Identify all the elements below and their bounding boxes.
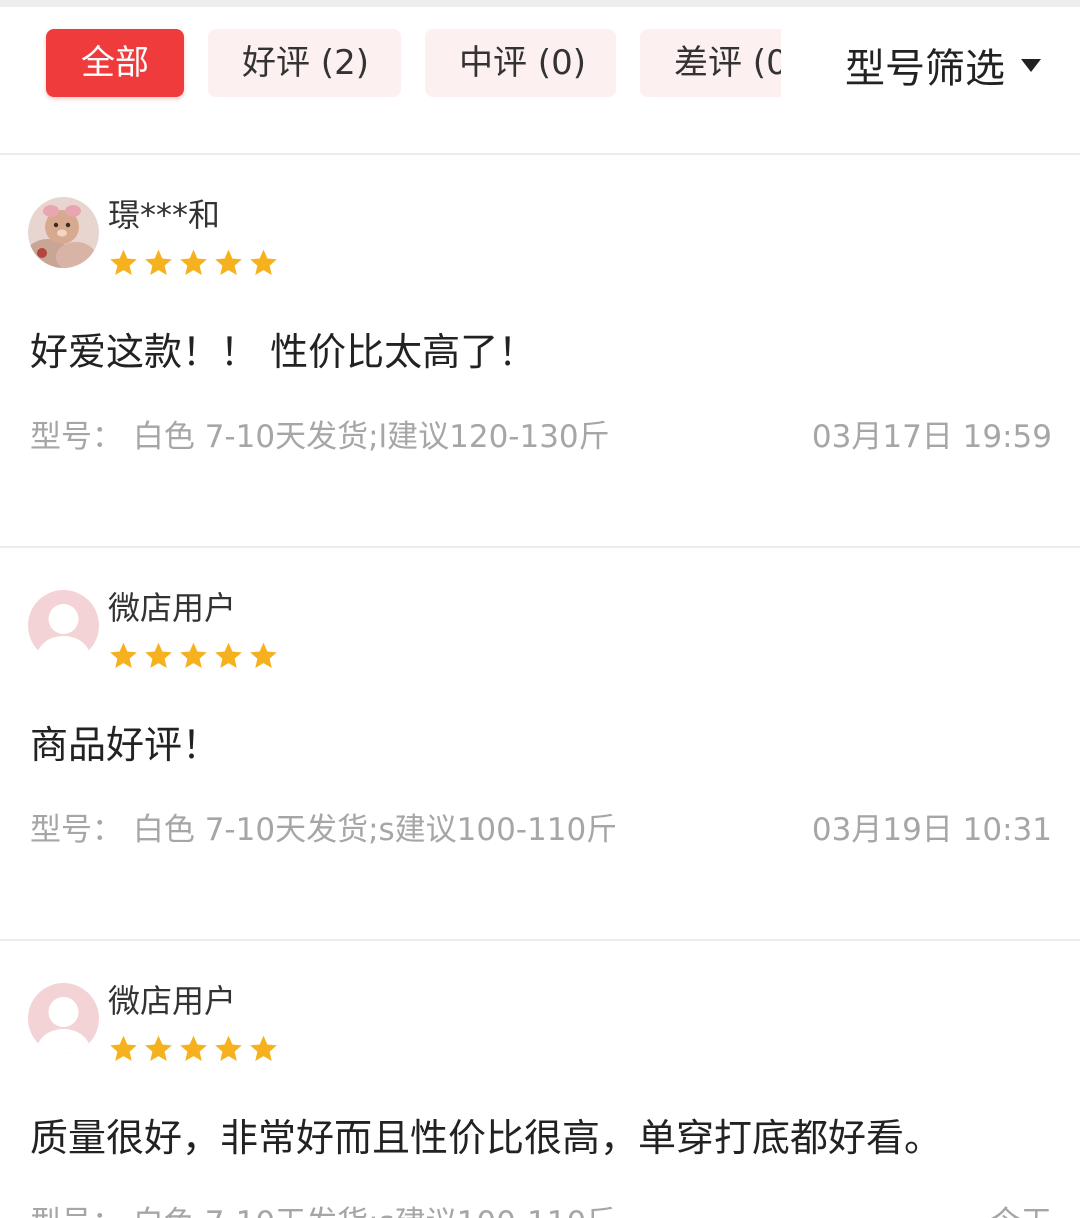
username: 微店用户 bbox=[108, 982, 237, 1020]
star-icon bbox=[110, 1035, 137, 1061]
tab-negative[interactable]: 差评 (0) bbox=[640, 29, 781, 97]
star-icon bbox=[110, 642, 137, 668]
rating-stars bbox=[106, 247, 281, 279]
avatar[interactable] bbox=[28, 590, 99, 661]
star-icon bbox=[250, 642, 277, 668]
star-icon bbox=[215, 642, 242, 668]
star-icon bbox=[145, 249, 172, 275]
star-icon bbox=[180, 249, 207, 275]
star-icon bbox=[145, 1035, 172, 1061]
avatar[interactable] bbox=[28, 197, 99, 268]
username: 璟***和 bbox=[108, 196, 221, 234]
tab-neutral[interactable]: 中评 (0) bbox=[425, 29, 616, 97]
star-icon bbox=[250, 1035, 277, 1061]
review-item: 璟***和 好爱这款！！ 性价比太高了！ 型号： 白色 7-10天发货;l建议1… bbox=[0, 155, 1080, 546]
review-time: 03月19日 10:31 bbox=[811, 812, 1052, 848]
rating-stars bbox=[106, 640, 281, 672]
top-strip bbox=[0, 0, 1080, 7]
review-filter-bar: 全部 好评 (2) 中评 (0) 差评 (0) 型号筛选 bbox=[0, 7, 1080, 153]
review-item: 微店用户 质量很好，非常好而且性价比很高，单穿打底都好看。 型号： 白色 7-1… bbox=[0, 941, 1080, 1218]
review-item: 微店用户 商品好评！ 型号： 白色 7-10天发货;s建议100-110斤 03… bbox=[0, 548, 1080, 939]
review-time: 今天 bbox=[990, 1203, 1052, 1218]
star-icon bbox=[215, 1035, 242, 1061]
avatar[interactable] bbox=[28, 983, 99, 1054]
tab-all[interactable]: 全部 bbox=[46, 29, 184, 97]
review-model: 型号： 白色 7-10天发货;l建议120-130斤 bbox=[30, 419, 610, 455]
star-icon bbox=[180, 642, 207, 668]
review-model: 型号： 白色 7-10天发货;s建议100-110斤 bbox=[30, 1203, 617, 1218]
review-text: 商品好评！ bbox=[30, 723, 221, 767]
star-icon bbox=[145, 642, 172, 668]
star-icon bbox=[180, 1035, 207, 1061]
caret-down-icon bbox=[1021, 58, 1041, 72]
tab-positive[interactable]: 好评 (2) bbox=[208, 29, 401, 97]
review-model: 型号： 白色 7-10天发货;s建议100-110斤 bbox=[30, 812, 618, 848]
star-icon bbox=[250, 249, 277, 275]
rating-stars bbox=[106, 1033, 281, 1065]
filter-tabs: 全部 好评 (2) 中评 (0) 差评 (0) bbox=[0, 7, 781, 153]
review-text: 质量很好，非常好而且性价比很高，单穿打底都好看。 bbox=[30, 1116, 943, 1160]
model-filter-dropdown[interactable]: 型号筛选 bbox=[845, 37, 1041, 93]
review-time: 03月17日 19:59 bbox=[811, 419, 1052, 455]
username: 微店用户 bbox=[108, 589, 237, 627]
star-icon bbox=[215, 249, 242, 275]
review-text: 好爱这款！！ 性价比太高了！ bbox=[30, 330, 537, 374]
star-icon bbox=[110, 249, 137, 275]
model-filter-label: 型号筛选 bbox=[845, 46, 1005, 92]
